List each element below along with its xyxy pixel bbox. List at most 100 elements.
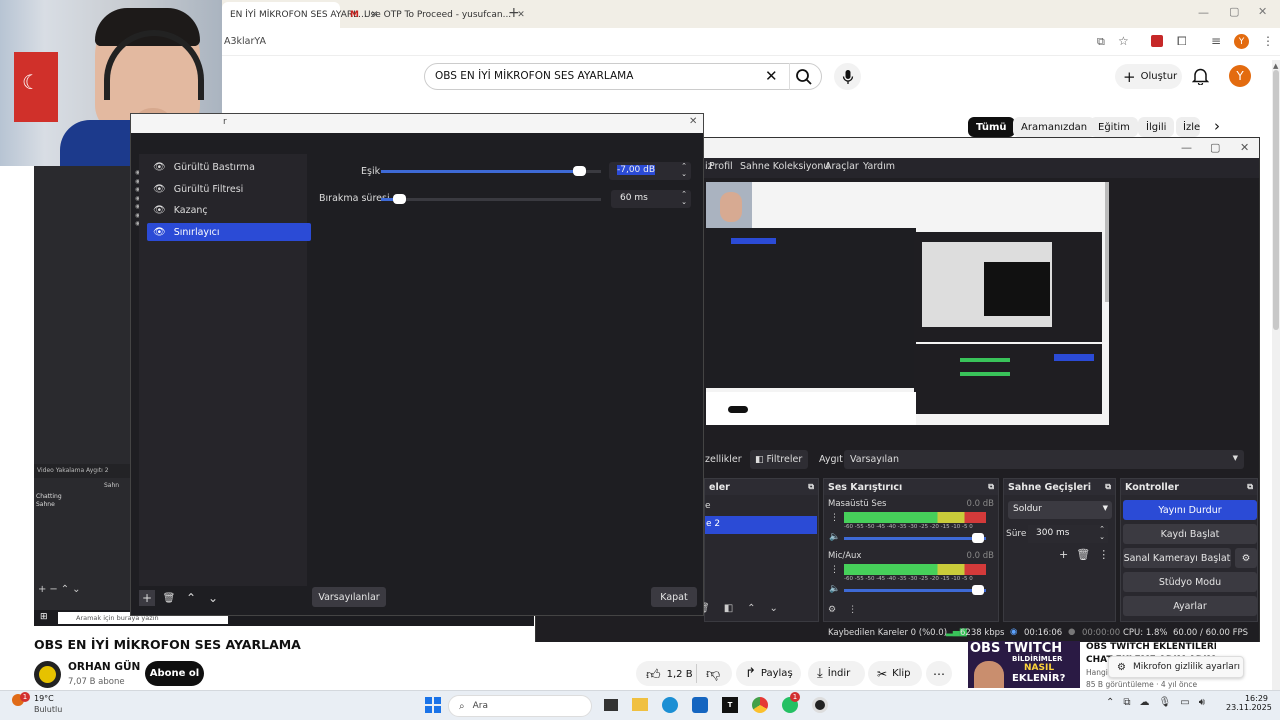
youtube-search-box[interactable]: OBS EN İYİ MİKROFON SES AYARLAMA ✕ [424, 63, 822, 90]
add-filter-icon[interactable]: + [139, 590, 155, 606]
tray-overflow-icon[interactable]: ⌃ [1106, 697, 1114, 708]
puzzle-icon[interactable]: ⧠ [1177, 34, 1187, 49]
scene-item[interactable]: e [705, 501, 711, 511]
filters-button[interactable]: ◧ Filtreler [750, 450, 808, 469]
channel-menu-icon[interactable]: ⋮ [830, 565, 839, 575]
close-icon[interactable]: ✕ [689, 116, 697, 127]
scroll-up-icon[interactable]: ▲ [1273, 62, 1278, 70]
weather-temp[interactable]: 19°C [34, 694, 54, 703]
speaker-icon[interactable]: 🔈 [829, 532, 840, 542]
dock-float-icon[interactable]: ⧉ [808, 482, 814, 492]
close-button[interactable]: Kapat [651, 587, 697, 607]
edge-icon[interactable] [662, 697, 678, 713]
chip-watch[interactable]: İzle [1176, 117, 1200, 137]
spin-arrows-icon[interactable]: ⌃ ⌄ [1099, 525, 1105, 541]
clip-button[interactable]: ✂ Klip [868, 661, 922, 686]
threshold-value[interactable]: -7,00 dB [617, 165, 656, 175]
move-down-icon[interactable]: ⌄ [205, 590, 221, 606]
filter-item-limiter-selected[interactable]: 👁 Sınırlayıcı [147, 223, 311, 241]
network-icon[interactable]: ▭ [1180, 697, 1189, 708]
release-slider-handle[interactable] [392, 194, 406, 204]
eye-icon[interactable]: 👁 [153, 162, 166, 173]
studio-mode-button[interactable]: Stüdyo Modu [1123, 572, 1257, 592]
maximize-button[interactable]: ▢ [1229, 5, 1239, 18]
transition-menu-icon[interactable]: ⋮ [1098, 548, 1109, 561]
close-button[interactable]: ✕ [1240, 141, 1249, 154]
chrome-icon[interactable] [752, 697, 768, 713]
volume-slider-handle[interactable] [972, 533, 984, 543]
file-explorer-icon[interactable] [632, 698, 648, 711]
scene-props-icon[interactable]: ◧ [724, 603, 733, 614]
create-button[interactable]: + Oluştur [1115, 64, 1182, 89]
chip-from-search[interactable]: Aramanızdan [1013, 117, 1096, 137]
dock-float-icon[interactable]: ⧉ [1105, 482, 1111, 492]
threshold-slider-handle[interactable] [573, 166, 586, 176]
defaults-button[interactable]: Varsayılanlar [312, 587, 386, 607]
dock-float-icon[interactable]: ⧉ [988, 482, 994, 492]
virtual-camera-settings-gear-icon[interactable]: ⚙ [1235, 548, 1257, 568]
eye-icon[interactable]: 👁 [153, 227, 166, 238]
start-recording-button[interactable]: Kaydı Başlat [1123, 524, 1257, 544]
volume-icon[interactable]: 🔊︎ [1199, 697, 1205, 708]
menu-item-tools[interactable]: Araçlar [825, 161, 859, 172]
download-button[interactable]: ⤓ İndir [808, 661, 865, 686]
channel-avatar[interactable] [34, 661, 61, 688]
channel-name[interactable]: ORHAN GÜN [68, 661, 140, 673]
filter-item-noise-suppression[interactable]: 👁 Gürültü Bastırma [147, 158, 311, 176]
task-view-icon[interactable] [604, 699, 618, 711]
install-icon[interactable]: ⧉ [1097, 35, 1105, 49]
filter-item-noise-gate[interactable]: 👁 Gürültü Filtresi [147, 180, 311, 198]
properties-button[interactable]: zellikler [705, 454, 742, 465]
move-down-icon[interactable]: ⌄ [770, 603, 778, 614]
kebab-menu-icon[interactable]: ⋮ [1262, 34, 1274, 48]
more-actions-icon[interactable]: ⋯ [926, 661, 952, 686]
cloud-icon[interactable]: ☁ [1140, 697, 1150, 708]
move-up-icon[interactable]: ⌃ [747, 603, 755, 614]
clock[interactable]: 16:29 23.11.2025 [1226, 694, 1272, 712]
spin-arrows-icon[interactable]: ⌃ ⌄ [681, 162, 687, 178]
volume-slider-handle[interactable] [972, 585, 984, 595]
volume-slider[interactable] [844, 589, 986, 592]
transition-select[interactable]: Soldur ▼ [1008, 501, 1112, 519]
chip-related[interactable]: İlgili [1138, 117, 1175, 137]
dislike-thumbs-down-icon[interactable]: 👎︎ [706, 665, 720, 682]
menu-item-scene-collection[interactable]: Sahne Koleksiyonu [740, 161, 829, 172]
eye-icon[interactable]: 👁 [153, 205, 166, 216]
weather-desc[interactable]: Bulutlu [34, 705, 62, 714]
channel-menu-icon[interactable]: ⋮ [830, 513, 839, 523]
app-icon[interactable]: T [722, 697, 738, 713]
related-video-thumbnail[interactable]: OBS TWITCH BİLDİRİMLER NASIL EKLENİR? [968, 641, 1080, 688]
menu-item-profile[interactable]: Profil [709, 161, 733, 172]
mic-icon[interactable]: 🎙︎ [1159, 697, 1172, 708]
minimize-button[interactable]: — [1198, 6, 1209, 19]
filter-item-gain[interactable]: 👁 Kazanç [147, 201, 311, 219]
clear-search-icon[interactable]: ✕ [765, 67, 778, 85]
release-spinbox[interactable]: 60 ms ⌃ ⌄ [611, 190, 691, 208]
subscribe-button[interactable]: Abone ol [145, 661, 204, 686]
maximize-button[interactable]: ▢ [1210, 141, 1220, 154]
start-windows-icon[interactable] [425, 697, 441, 713]
new-tab-button[interactable]: + [508, 5, 520, 21]
stop-streaming-button[interactable]: Yayını Durdur [1123, 500, 1257, 520]
chip-education[interactable]: Eğitim [1090, 117, 1138, 137]
move-up-icon[interactable]: ⌃ [183, 590, 199, 606]
scrollbar-thumb[interactable] [1273, 70, 1279, 330]
voice-search-icon[interactable] [834, 63, 861, 90]
menu-item-help[interactable]: Yardım [863, 161, 895, 172]
tab-gmail[interactable]: M Use OTP To Proceed - yusufcan... ✕ [342, 2, 525, 28]
search-input[interactable]: OBS EN İYİ MİKROFON SES AYARLAMA [435, 70, 633, 82]
like-button[interactable]: 👍︎ 1,2 B [646, 666, 693, 683]
scene-item-selected[interactable]: e 2 [705, 516, 817, 534]
tab-active[interactable]: EN İYİ MİKROFON SES AYARL... ✕ [222, 2, 378, 28]
release-slider[interactable] [381, 194, 601, 204]
spin-arrows-icon[interactable]: ⌃ ⌄ [681, 190, 687, 206]
delete-filter-icon[interactable]: 🗑 [161, 590, 177, 606]
threshold-slider[interactable] [381, 166, 601, 176]
chevron-right-icon[interactable]: › [1214, 117, 1220, 135]
volume-slider[interactable] [844, 537, 986, 540]
media-icon[interactable]: ≡ [1211, 34, 1221, 48]
obs-preview[interactable] [706, 182, 1109, 425]
device-select[interactable]: Varsayılan ▼ [844, 450, 1244, 469]
eye-icon[interactable]: 👁 [153, 184, 166, 195]
mixer-menu-icon[interactable]: ⋮ [848, 605, 857, 615]
